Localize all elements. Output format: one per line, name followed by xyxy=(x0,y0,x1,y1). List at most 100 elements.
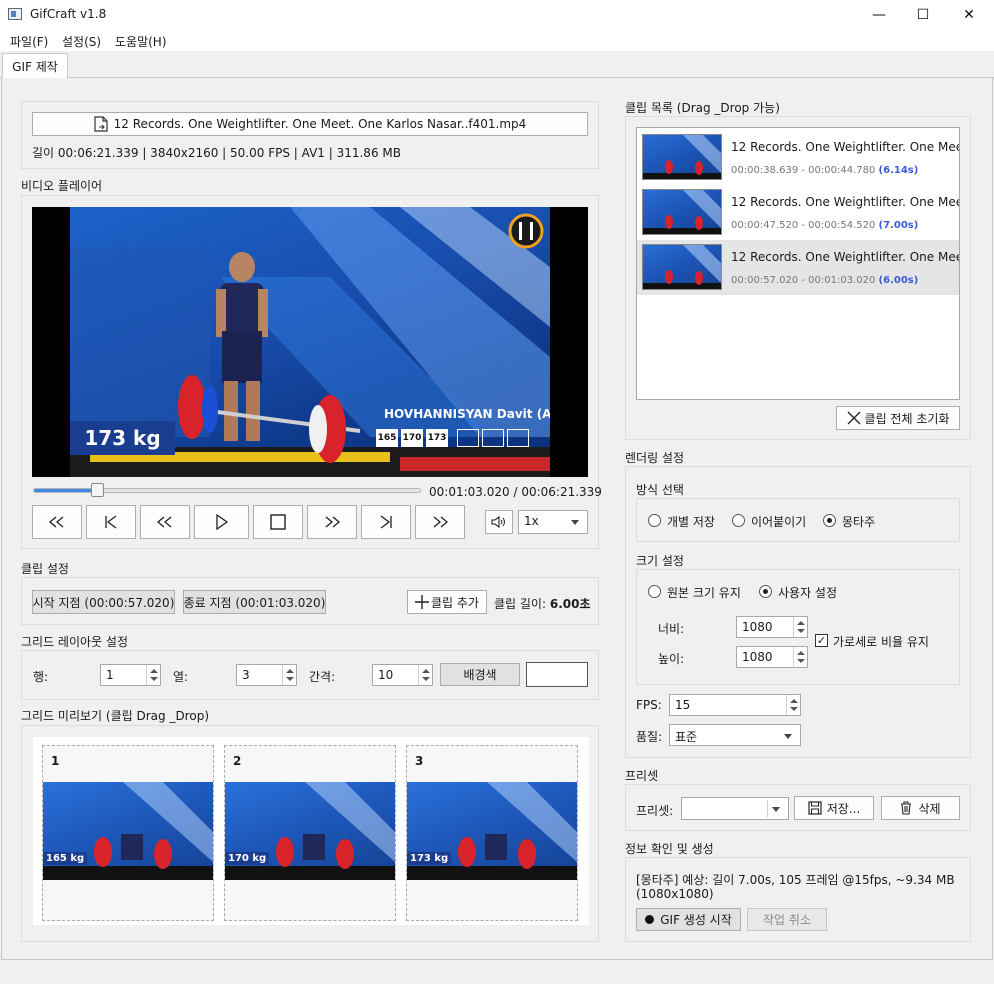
stop-icon xyxy=(270,514,286,530)
grid-cell-image: 165 kg xyxy=(43,782,213,880)
estimate-info-line1: [몽타주] 예상: 길이 7.00s, 105 프레임 @15fps, ~9.3… xyxy=(636,873,955,887)
seek-progress xyxy=(34,489,98,492)
clip-list-item[interactable]: 12 Records. One Weightlifter. One Meet. … xyxy=(637,185,959,240)
trash-icon xyxy=(901,801,912,815)
size-custom-radio[interactable] xyxy=(759,585,772,598)
gap-stepper[interactable]: 10 xyxy=(372,664,433,686)
skip-previous-icon xyxy=(105,515,117,529)
play-button[interactable] xyxy=(194,505,249,539)
reset-clips-button[interactable]: 클립 전체 초기화 xyxy=(836,406,960,430)
maximize-button[interactable]: ☐ xyxy=(900,0,946,30)
clip-list-item[interactable]: 12 Records. One Weightlifter. One Meet. … xyxy=(637,130,959,185)
width-value: 1080 xyxy=(742,620,773,634)
rows-label: 행: xyxy=(33,670,49,684)
file-name: 12 Records. One Weightlifter. One Meet. … xyxy=(113,117,527,131)
stepper-arrows[interactable] xyxy=(418,665,432,685)
grid-cell-1[interactable]: 1 165 kg xyxy=(42,745,214,921)
time-current: 00:01:03.020 xyxy=(429,485,510,499)
rows-stepper[interactable]: 1 xyxy=(100,664,161,686)
clip-range: 00:00:47.520 - 00:00:54.520 (7.00s) xyxy=(731,220,919,231)
attempt-empty xyxy=(482,429,504,447)
stepper-arrows[interactable] xyxy=(793,647,807,667)
skip-next-icon xyxy=(380,515,392,529)
delete-preset-label: 삭제 xyxy=(918,801,941,816)
start-gif-button[interactable]: GIF 생성 시작 xyxy=(636,908,741,931)
size-original-label: 원본 크기 유지 xyxy=(667,586,741,600)
attempt-empty xyxy=(507,429,529,447)
add-clip-button[interactable]: 클립 추가 xyxy=(407,590,487,614)
stepper-arrows[interactable] xyxy=(786,695,800,715)
open-file-button[interactable]: 12 Records. One Weightlifter. One Meet. … xyxy=(32,112,588,136)
app-icon xyxy=(8,8,22,20)
mode-montage-radio[interactable] xyxy=(823,514,836,527)
grid-cell-2[interactable]: 2 170 kg xyxy=(224,745,396,921)
fast-forward-button[interactable] xyxy=(307,505,357,539)
seek-handle[interactable] xyxy=(91,483,104,497)
background-color-swatch[interactable] xyxy=(526,662,588,687)
preset-select[interactable] xyxy=(681,797,789,820)
mode-label: 방식 선택 xyxy=(636,483,684,497)
menu-settings[interactable]: 설정(S) xyxy=(62,33,101,50)
stop-button[interactable] xyxy=(253,505,303,539)
delete-preset-button[interactable]: 삭제 xyxy=(881,796,960,820)
height-stepper[interactable]: 1080 xyxy=(736,646,808,668)
menu-file[interactable]: 파일(F) xyxy=(10,33,48,50)
stepper-arrows[interactable] xyxy=(793,617,807,637)
clip-thumbnail xyxy=(642,244,722,290)
save-preset-button[interactable]: 저장... xyxy=(794,796,874,820)
grid-cell-index: 1 xyxy=(51,754,60,768)
rewind-button[interactable] xyxy=(140,505,190,539)
close-button[interactable]: ✕ xyxy=(946,0,992,30)
tab-gif-create[interactable]: GIF 제작 xyxy=(2,53,68,79)
quality-value: 표준 xyxy=(675,730,698,744)
speed-select[interactable]: 1x xyxy=(518,510,588,534)
minimize-button[interactable]: — xyxy=(856,0,902,30)
save-preset-label: 저장... xyxy=(826,801,861,816)
keep-ratio-checkbox[interactable]: ✓ xyxy=(815,634,828,647)
menu-help[interactable]: 도움말(H) xyxy=(115,33,167,50)
grid-cell-3[interactable]: 3 173 kg xyxy=(406,745,578,921)
size-original-radio[interactable] xyxy=(648,585,661,598)
clip-list-item-selected[interactable]: 12 Records. One Weightlifter. One Meet. … xyxy=(637,240,959,295)
chevron-down-icon xyxy=(784,734,792,739)
stepper-arrows[interactable] xyxy=(146,665,160,685)
cancel-job-button[interactable]: 작업 취소 xyxy=(747,908,827,931)
clip-title: 12 Records. One Weightlifter. One Meet. … xyxy=(731,250,960,264)
reset-clips-label: 클립 전체 초기화 xyxy=(864,411,950,426)
attempt-1: 165 xyxy=(376,429,398,447)
clip-list[interactable]: 12 Records. One Weightlifter. One Meet. … xyxy=(636,127,960,400)
mode-montage-label: 몽타주 xyxy=(842,515,876,529)
grid-cell-weight: 165 kg xyxy=(43,852,88,865)
attempt-3: 173 xyxy=(426,429,448,447)
width-label: 너비: xyxy=(658,622,685,636)
next-frame-button[interactable] xyxy=(361,505,411,539)
grid-cell-image: 170 kg xyxy=(225,782,395,880)
clip-settings-label: 클립 설정 xyxy=(21,562,69,576)
skip-forward-far-button[interactable] xyxy=(415,505,465,539)
skip-back-far-button[interactable] xyxy=(32,505,82,539)
background-color-button[interactable]: 배경색 xyxy=(440,663,520,686)
width-stepper[interactable]: 1080 xyxy=(736,616,808,638)
video-player-label: 비디오 플레이어 xyxy=(21,179,103,193)
size-custom-label: 사용자 설정 xyxy=(778,586,838,600)
fast-forward-icon xyxy=(325,516,341,528)
set-start-button[interactable]: 시작 지점 (00:00:57.020) xyxy=(32,590,175,614)
overlay-weight: 173 kg xyxy=(70,421,175,455)
set-end-button[interactable]: 종료 지점 (00:01:03.020) xyxy=(183,590,326,614)
speaker-icon xyxy=(491,515,505,529)
volume-button[interactable] xyxy=(485,510,513,534)
stepper-arrows[interactable] xyxy=(282,665,296,685)
previous-frame-button[interactable] xyxy=(86,505,136,539)
grid-cell-image: 173 kg xyxy=(407,782,577,880)
mode-concat-label: 이어붙이기 xyxy=(751,515,807,529)
fps-stepper[interactable]: 15 xyxy=(669,694,801,716)
window-title: GifCraft v1.8 xyxy=(30,7,107,21)
cols-stepper[interactable]: 3 xyxy=(236,664,297,686)
video-frame[interactable]: 173 kg HOVHANNISYAN Davit (ARM) 165 170 … xyxy=(32,207,588,477)
mode-concat-radio[interactable] xyxy=(732,514,745,527)
clip-length-label: 클립 길이: xyxy=(494,597,547,611)
file-icon xyxy=(94,116,108,132)
quality-select[interactable]: 표준 xyxy=(669,724,801,746)
clip-duration: (6.14s) xyxy=(878,165,919,176)
mode-individual-radio[interactable] xyxy=(648,514,661,527)
